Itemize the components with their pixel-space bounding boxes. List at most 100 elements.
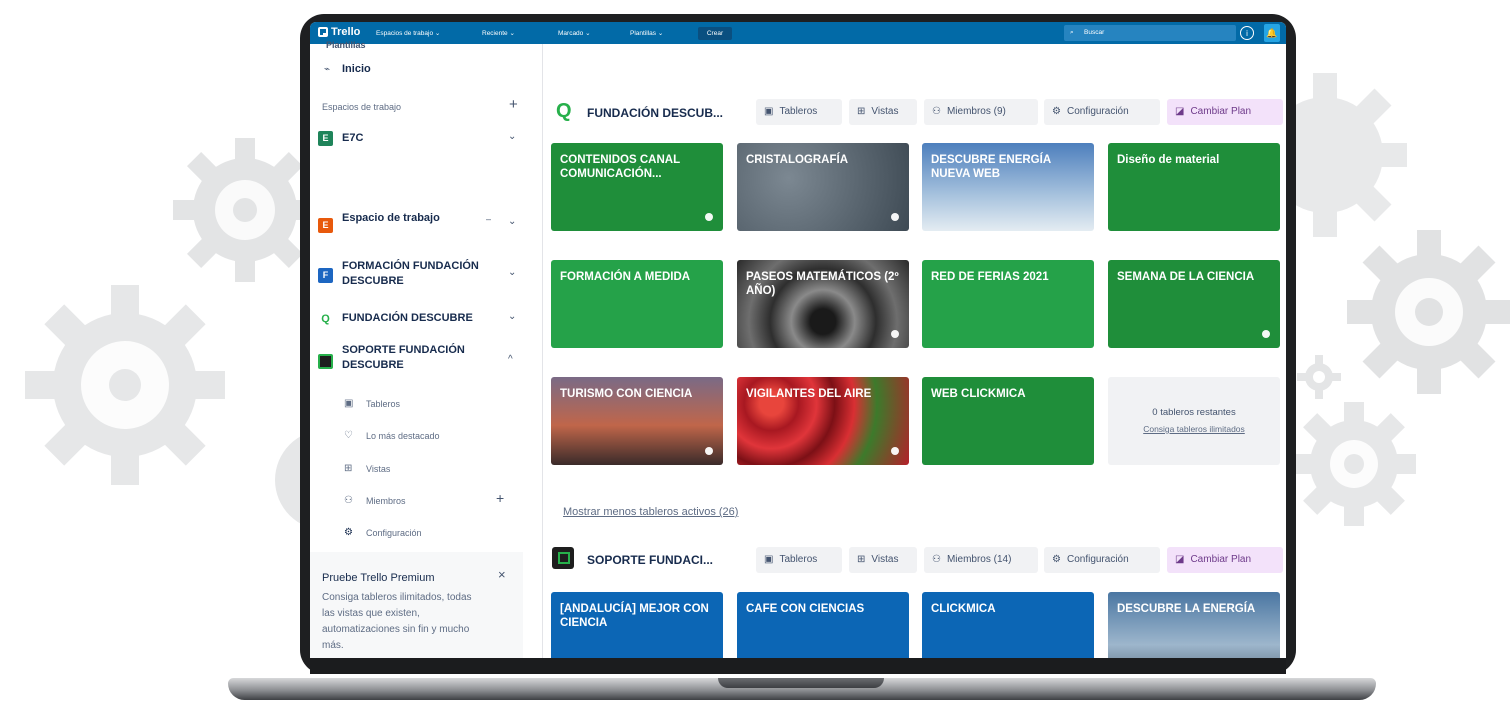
close-icon[interactable]: ×: [498, 567, 506, 582]
sidebar-item-home[interactable]: Inicio: [342, 63, 371, 75]
menu-starred[interactable]: Marcado ⌄: [558, 29, 591, 37]
workspace-title: FUNDACIÓN DESCUB...: [587, 106, 724, 120]
unlimited-boards-link[interactable]: Consiga tableros ilimitados: [1108, 424, 1280, 434]
board-tile[interactable]: PASEOS MATEMÁTICOS (2º AÑO): [737, 260, 909, 348]
workspace-e7c-icon: E: [318, 131, 333, 146]
miembros-button[interactable]: ⚇ Miembros (9): [924, 99, 1038, 125]
cambiar-plan-button[interactable]: ◪ Cambiar Plan: [1167, 547, 1283, 573]
gear-icon: [1292, 402, 1416, 526]
gear-icon: [25, 285, 225, 485]
notifications-icon[interactable]: 🔔: [1264, 24, 1280, 42]
members-icon: ⚇: [932, 106, 941, 117]
board-tile[interactable]: CONTENIDOS CANAL COMUNICACIÓN...: [551, 143, 723, 231]
menu-workspaces[interactable]: Espacios de trabajo ⌄: [376, 29, 440, 37]
tableros-label: Tableros: [779, 554, 818, 565]
configuracion-button[interactable]: ⚙ Configuración: [1044, 547, 1160, 573]
board-title: FORMACIÓN A MEDIDA: [560, 271, 691, 283]
board-title: DESCUBRE ENERGÍA NUEVA WEB: [931, 154, 1051, 180]
board-title: RED DE FERIAS 2021: [931, 271, 1049, 283]
views-icon: ⊞: [857, 554, 866, 565]
info-icon[interactable]: i: [1240, 26, 1254, 40]
workspace-formacion-line1[interactable]: FORMACIÓN FUNDACIÓN: [342, 260, 479, 272]
add-workspace-plus-icon[interactable]: +: [509, 96, 518, 113]
members-icon: ⚇: [932, 554, 941, 565]
board-title: SEMANA DE LA CIENCIA: [1117, 271, 1255, 283]
configuracion-label: Configuración: [1066, 106, 1129, 117]
board-title: CRISTALOGRAFÍA: [746, 154, 849, 166]
board-tile[interactable]: RED DE FERIAS 2021: [922, 260, 1094, 348]
board-tile[interactable]: DESCUBRE LA ENERGÍA: [1108, 592, 1280, 658]
sidebar-item-configuracion[interactable]: Configuración: [366, 528, 422, 538]
configuracion-button[interactable]: ⚙ Configuración: [1044, 99, 1160, 125]
board-tile[interactable]: [ANDALUCÍA] MEJOR CON CIENCIA: [551, 592, 723, 658]
workspace-soporte-line2[interactable]: DESCUBRE: [342, 359, 404, 371]
search-input[interactable]: ⌕ Buscar: [1064, 25, 1236, 41]
menu-templates[interactable]: Plantillas ⌄: [630, 29, 663, 37]
workspace-fundacion-descubre[interactable]: FUNDACIÓN DESCUBRE: [342, 312, 473, 324]
board-tile[interactable]: TURISMO CON CIENCIA: [551, 377, 723, 465]
cambiar-plan-label: Cambiar Plan: [1190, 106, 1252, 117]
show-less-boards-link[interactable]: Mostrar menos tableros activos (26): [563, 506, 738, 518]
logo-text: Trello: [331, 26, 361, 38]
board-title: [ANDALUCÍA] MEJOR CON CIENCIA: [560, 603, 709, 629]
chevron-down-icon[interactable]: ⌄: [508, 267, 516, 278]
promo-text-line: más.: [322, 640, 344, 651]
workspace-fundacion-icon: Q: [318, 312, 333, 327]
workspace-soporte-line1[interactable]: SOPORTE FUNDACIÓN: [342, 344, 465, 356]
home-icon: ⌁: [324, 64, 331, 75]
workspace-title: SOPORTE FUNDACI...: [587, 553, 714, 567]
configuracion-label: Configuración: [1066, 554, 1129, 565]
board-tile[interactable]: CLICKMICA: [922, 592, 1094, 658]
views-icon: ⊞: [857, 106, 866, 117]
settings-icon: ⚙: [1052, 106, 1061, 117]
workspace-formacion-line2[interactable]: DESCUBRE: [342, 275, 404, 287]
more-icon[interactable]: –: [486, 214, 491, 224]
board-tile[interactable]: FORMACIÓN A MEDIDA: [551, 260, 723, 348]
settings-icon: ⚙: [344, 527, 353, 538]
chevron-down-icon[interactable]: ⌄: [508, 216, 516, 227]
board-status-dot: [705, 213, 713, 221]
workspace-e7c[interactable]: E7C: [342, 132, 363, 144]
laptop-chin: [310, 658, 1286, 674]
board-title: DESCUBRE LA ENERGÍA: [1117, 603, 1256, 615]
sidebar-item-templates[interactable]: Plantillas: [326, 40, 366, 50]
sidebar: Plantillas ⌁ Inicio Espacios de trabajo …: [310, 40, 543, 658]
chevron-down-icon[interactable]: ⌄: [508, 131, 516, 142]
tableros-button[interactable]: ▣ Tableros: [756, 547, 842, 573]
settings-icon: ⚙: [1052, 554, 1061, 565]
board-status-dot: [705, 447, 713, 455]
chevron-up-icon[interactable]: ^: [508, 354, 513, 365]
board-status-dot: [891, 447, 899, 455]
trello-logo[interactable]: Trello: [318, 26, 360, 38]
workspaces-section-title: Espacios de trabajo: [322, 102, 402, 112]
menu-recent[interactable]: Reciente ⌄: [482, 29, 515, 37]
chevron-down-icon[interactable]: ⌄: [508, 311, 516, 322]
create-button[interactable]: Crear: [698, 27, 732, 40]
laptop-notch: [718, 678, 884, 688]
miembros-button[interactable]: ⚇ Miembros (14): [924, 547, 1038, 573]
workspace-espacio-de-trabajo[interactable]: Espacio de trabajo: [342, 212, 440, 224]
gear-icon: [173, 138, 317, 282]
board-status-dot: [891, 213, 899, 221]
board-title: CLICKMICA: [931, 603, 996, 615]
sidebar-item-highlights[interactable]: Lo más destacado: [366, 431, 440, 441]
miembros-label: Miembros (9): [946, 106, 1006, 117]
board-tile[interactable]: VIGILANTES DEL AIRE: [737, 377, 909, 465]
vistas-button[interactable]: ⊞ Vistas: [849, 99, 917, 125]
add-member-plus-icon[interactable]: +: [496, 490, 504, 506]
board-tile[interactable]: CAFE CON CIENCIAS: [737, 592, 909, 658]
board-tile[interactable]: DESCUBRE ENERGÍA NUEVA WEB: [922, 143, 1094, 231]
board-tile[interactable]: Diseño de material: [1108, 143, 1280, 231]
sidebar-item-vistas[interactable]: Vistas: [366, 464, 390, 474]
board-title: VIGILANTES DEL AIRE: [746, 388, 872, 400]
board-tile[interactable]: CRISTALOGRAFÍA: [737, 143, 909, 231]
miembros-label: Miembros (14): [946, 554, 1012, 565]
vistas-button[interactable]: ⊞ Vistas: [849, 547, 917, 573]
tableros-button[interactable]: ▣ Tableros: [756, 99, 842, 125]
board-tile[interactable]: WEB CLICKMICA: [922, 377, 1094, 465]
sidebar-item-miembros[interactable]: Miembros: [366, 496, 406, 506]
sidebar-item-tableros[interactable]: Tableros: [366, 399, 400, 409]
members-icon: ⚇: [344, 495, 353, 506]
board-tile[interactable]: SEMANA DE LA CIENCIA: [1108, 260, 1280, 348]
cambiar-plan-button[interactable]: ◪ Cambiar Plan: [1167, 99, 1283, 125]
